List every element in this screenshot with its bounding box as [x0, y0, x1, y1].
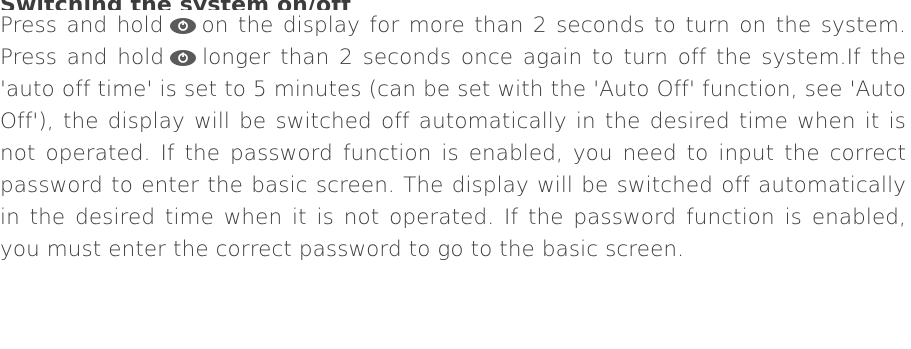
paragraph-segment-1: Press and hold — [0, 13, 164, 38]
document-text-block: Switching the system on/off Press and ho… — [0, 0, 906, 266]
power-button-icon — [168, 47, 198, 67]
power-button-icon — [168, 15, 198, 35]
paragraph-segment-3: longer than 2 seconds once again to turn… — [0, 45, 906, 262]
section-heading-cropped: Switching the system on/off — [0, 0, 906, 10]
instruction-paragraph: Press and hold on the display for more th… — [0, 10, 906, 266]
